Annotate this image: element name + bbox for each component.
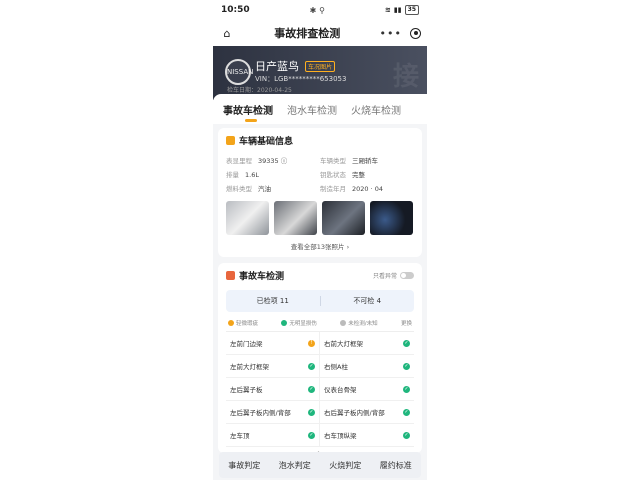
accident-icon (226, 271, 235, 280)
accident-title: 事故车检测 (226, 269, 284, 282)
info-key-status: 钥匙状态 完整 (320, 171, 365, 179)
car-photo-dashboard[interactable] (370, 201, 413, 235)
info-displacement: 排量 1.6L (226, 171, 259, 179)
basic-info-title: 车辆基础信息 (226, 134, 414, 147)
banner-watermark: 接 (392, 62, 419, 92)
car-photos-tag[interactable]: 车况图片 (305, 61, 336, 72)
ok-status-icon: ✓ (403, 408, 410, 416)
nav-bar: ⌂ 事故排查检测 ••• (213, 20, 427, 46)
car-photo-front[interactable] (226, 201, 269, 235)
bottom-tab-fire[interactable]: 火烧判定 (329, 460, 361, 471)
bottom-tab-flood[interactable]: 泡水判定 (279, 460, 311, 471)
ok-status-icon: ✓ (403, 362, 410, 370)
check-item[interactable]: 右后翼子板内侧/背部 ✓ (320, 401, 414, 424)
accident-title-text: 事故车检测 (239, 272, 285, 282)
status-icons: ✱ ⚲ (309, 5, 326, 15)
ok-status-icon: ✓ (403, 385, 410, 393)
abnormal-only-label: 只看异常 (372, 273, 397, 280)
bottom-tab-standard[interactable]: 履约标准 (380, 460, 412, 471)
accident-header: 事故车检测 只看异常 (226, 269, 414, 282)
abnormal-only-switch[interactable]: 只看异常 (373, 271, 414, 280)
info-manufacture: 制造年月 2020 · 04 (320, 185, 384, 193)
ok-status-icon: ✓ (308, 408, 315, 416)
check-item[interactable]: 左车顶 ✓ (226, 424, 320, 447)
status-time: 10:50 (221, 5, 250, 15)
check-items-grid: 左前门边梁! 右前大灯框架 ✓ 左前大灯框架 ✓ 右侧A柱 ✓ 左后翼子板 ✓ 仪表台骨… (226, 331, 414, 447)
view-all-photos-link[interactable]: 查看全部13张照片 › (226, 241, 414, 251)
uncheckable-count[interactable]: 不可检 4 (321, 296, 415, 306)
check-item[interactable]: 右前大灯框架 ✓ (320, 332, 414, 355)
inspection-tabs: 事故车检测 泡水车检测 火烧车检测 (213, 94, 427, 124)
basic-info-title-text: 车辆基础信息 (239, 137, 294, 147)
legend-replaced: 更换 (400, 321, 412, 327)
car-info-icon (226, 136, 235, 145)
inspection-date: 检车日期：2020-04-25 (227, 87, 292, 94)
car-photo-side[interactable] (274, 201, 317, 235)
basic-info-grid: 表显里程 39335 ⓘ 车辆类型 三厢轿车 排量 1.6L 钥匙状态 完整 燃料类型汽… (226, 155, 414, 193)
car-vin: VIN：LGB*********653053 (255, 75, 347, 83)
warn-status-icon: ! (308, 339, 315, 347)
tab-accident[interactable]: 事故车检测 (223, 102, 273, 122)
legend-ok: 无明显损伤 (281, 319, 317, 327)
phone-screen: 10:50 ✱ ⚲ ≋ ▮▮ 35 ⌂ 事故排查检测 ••• NISSAN 日产… (213, 0, 427, 480)
legend-unknown: 未检测/未知 (340, 319, 378, 327)
bottom-nav: 事故判定 泡水判定 火烧判定 履约标准 (219, 452, 421, 478)
car-photos (226, 201, 414, 235)
ok-status-icon: ✓ (308, 431, 315, 439)
legend-minor: 轻微瑕疵 (228, 319, 258, 327)
ok-status-icon: ✓ (308, 385, 315, 393)
ok-status-icon: ✓ (403, 431, 410, 439)
tab-flood[interactable]: 泡水车检测 (287, 102, 337, 117)
warn-dot-icon (228, 320, 234, 326)
car-banner: NISSAN 日产蓝鸟 车况图片 VIN：LGB*********653053 … (213, 46, 427, 100)
check-item[interactable]: 左前门边梁! (226, 332, 320, 355)
basic-info-card: 车辆基础信息 表显里程 39335 ⓘ 车辆类型 三厢轿车 排量 1.6L 钥匙状态完… (218, 128, 422, 257)
wifi-icon: ≋ (385, 6, 391, 14)
info-fuel: 燃料类型 汽油 (226, 185, 271, 193)
miniapp-capsule: ••• (380, 27, 421, 40)
check-item[interactable]: 左后翼子板 ✓ (226, 378, 320, 401)
check-item[interactable]: 右侧A柱 ✓ (320, 355, 414, 378)
unknown-dot-icon (340, 320, 347, 326)
tab-fire[interactable]: 火烧车检测 (351, 102, 401, 117)
ok-status-icon: ✓ (403, 339, 410, 347)
toggle-icon[interactable] (400, 272, 414, 279)
bottom-tab-accident[interactable]: 事故判定 (228, 460, 260, 471)
check-item[interactable]: 左前大灯框架 ✓ (226, 355, 320, 378)
ok-dot-icon (281, 320, 288, 326)
signal-icon: ▮▮ (393, 6, 402, 14)
check-item[interactable]: 左后翼子板内侧/背部 ✓ (226, 401, 320, 424)
main-content: 车辆基础信息 表显里程 39335 ⓘ 车辆类型 三厢轿车 排量 1.6L 钥匙状态完… (213, 124, 427, 459)
close-miniapp-icon[interactable] (410, 27, 421, 39)
car-name: 日产蓝鸟 (255, 60, 299, 73)
check-item[interactable]: 右车顶纵梁 ✓ (320, 424, 414, 447)
info-mileage: 表显里程 39335 ⓘ (226, 157, 288, 165)
home-icon[interactable]: ⌂ (219, 27, 235, 40)
status-legend: 轻微瑕疵 无明显损伤 未检测/未知 更换 (228, 319, 412, 327)
more-icon[interactable]: ••• (380, 27, 402, 40)
brand-logo: NISSAN (225, 59, 253, 85)
check-item[interactable]: 仪表台骨架 ✓ (320, 378, 414, 401)
status-right: ≋ ▮▮ 35 (385, 5, 419, 15)
car-photo-interior[interactable] (322, 201, 365, 235)
page-title: 事故排查检测 (274, 27, 341, 40)
accident-check-card: 事故车检测 只看异常 已检项 11 不可检 4 轻微瑕疵 无明显损伤 未检测/未… (218, 263, 422, 453)
check-summary: 已检项 11 不可检 4 (226, 290, 414, 312)
info-body-type: 车辆类型 三厢轿车 (320, 157, 378, 165)
ok-status-icon: ✓ (308, 362, 315, 370)
checked-count[interactable]: 已检项 11 (226, 296, 321, 306)
battery-icon: 35 (404, 5, 419, 15)
status-bar: 10:50 ✱ ⚲ ≋ ▮▮ 35 (213, 0, 427, 20)
